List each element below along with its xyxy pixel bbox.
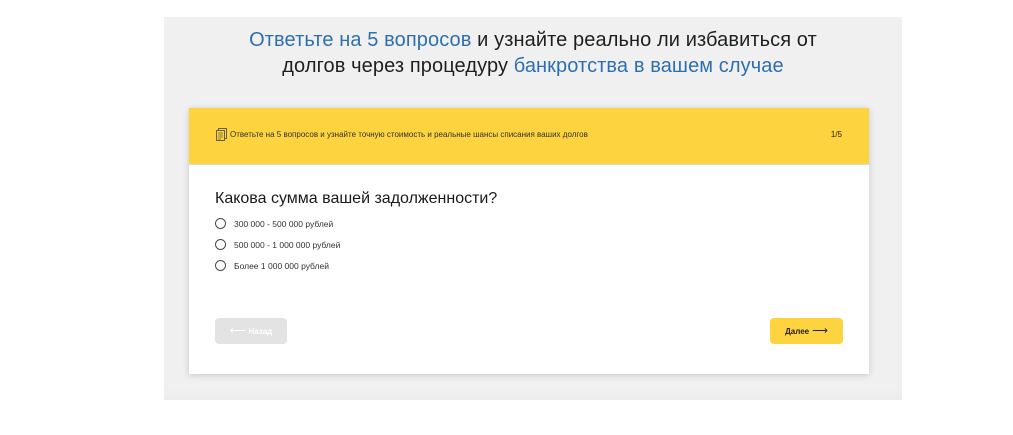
- next-button[interactable]: Далее ⟶: [770, 318, 843, 344]
- arrow-left-icon: ⟵: [229, 324, 246, 337]
- quiz-header-text: Ответьте на 5 вопросов и узнайте точную …: [230, 130, 588, 139]
- radio-button[interactable]: [215, 239, 226, 250]
- headline-accent-1: Ответьте на 5 вопросов: [249, 29, 472, 51]
- radio-button[interactable]: [215, 260, 226, 271]
- answer-option[interactable]: 300 000 - 500 000 рублей: [215, 213, 340, 234]
- arrow-right-icon: ⟶: [812, 324, 828, 337]
- headline-line-2: долгов через процедуру банкротства в ваш…: [164, 53, 902, 79]
- quiz-card: Ответьте на 5 вопросов и узнайте точную …: [189, 108, 869, 374]
- step-counter: 1/5: [830, 130, 842, 139]
- document-icon: [216, 128, 227, 141]
- page-headline: Ответьте на 5 вопросов и узнайте реально…: [164, 27, 902, 79]
- answer-option-label: Более 1 000 000 рублей: [234, 260, 329, 271]
- headline-text-1: и узнайте реально ли избавиться от: [471, 29, 817, 51]
- answer-options: 300 000 - 500 000 рублей 500 000 - 1 000…: [215, 213, 340, 276]
- quiz-header: Ответьте на 5 вопросов и узнайте точную …: [189, 108, 869, 165]
- radio-button[interactable]: [215, 218, 226, 229]
- quiz-section: Ответьте на 5 вопросов и узнайте реально…: [164, 17, 902, 400]
- headline-accent-2: банкротства в вашем случае: [513, 55, 784, 77]
- back-button-label: Назад: [248, 326, 273, 336]
- answer-option[interactable]: Более 1 000 000 рублей: [215, 255, 340, 276]
- headline-line-1: Ответьте на 5 вопросов и узнайте реально…: [164, 27, 902, 53]
- question-title: Какова сумма вашей задолженности?: [215, 190, 498, 207]
- section-divider: [164, 388, 902, 400]
- back-button[interactable]: ⟵ Назад: [215, 318, 287, 344]
- headline-text-2: долгов через процедуру: [282, 55, 514, 77]
- answer-option-label: 300 000 - 500 000 рублей: [234, 218, 334, 229]
- answer-option-label: 500 000 - 1 000 000 рублей: [234, 239, 341, 250]
- next-button-label: Далее: [785, 326, 810, 336]
- answer-option[interactable]: 500 000 - 1 000 000 рублей: [215, 234, 340, 255]
